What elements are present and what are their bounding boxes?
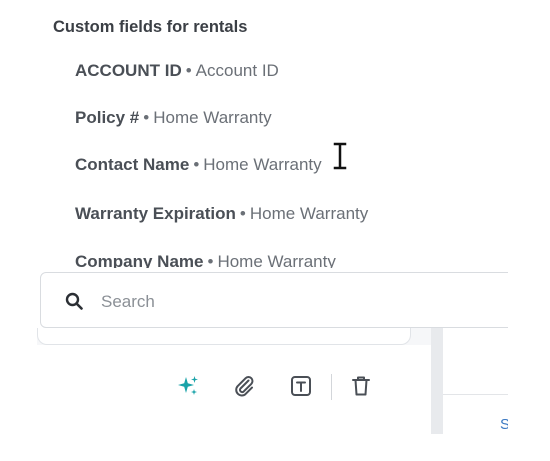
right-pane: S — [443, 328, 510, 434]
trash-icon — [352, 376, 370, 396]
toolbar-divider — [331, 374, 332, 400]
text-cursor-icon — [332, 142, 348, 170]
field-option-account-id[interactable]: ACCOUNT ID • Account ID — [75, 59, 279, 83]
sparkle-icon — [178, 376, 198, 395]
search-icon — [65, 292, 83, 310]
field-separator: • — [239, 204, 246, 223]
search-input[interactable] — [99, 287, 483, 317]
field-option-policy-number[interactable]: Policy # • Home Warranty — [75, 106, 272, 130]
field-source: Home Warranty — [217, 252, 336, 268]
field-separator: • — [193, 155, 200, 174]
pane-splitter[interactable] — [431, 328, 443, 434]
field-separator: • — [143, 108, 150, 127]
field-source: Account ID — [195, 61, 279, 80]
field-source: Home Warranty — [249, 204, 369, 223]
field-name: Contact Name — [75, 155, 190, 174]
field-option-warranty-expiration[interactable]: Warranty Expiration • Home Warranty — [75, 202, 368, 226]
field-source: Home Warranty — [153, 108, 272, 127]
text-format-icon — [291, 376, 311, 396]
ai-assist-button[interactable] — [172, 368, 204, 404]
field-source: Home Warranty — [203, 155, 322, 174]
custom-fields-dropdown: Custom fields for rentals ACCOUNT ID • Acc… — [0, 0, 508, 268]
field-separator: • — [207, 252, 214, 268]
field-name: Policy # — [75, 108, 140, 127]
field-option-company-name[interactable]: Company Name • Home Warranty — [75, 250, 336, 268]
paperclip-icon — [235, 376, 254, 397]
field-name: Warranty Expiration — [75, 204, 236, 223]
search-bar — [40, 272, 520, 328]
divider — [443, 394, 508, 395]
delete-button[interactable] — [345, 368, 377, 404]
field-name: Company Name — [75, 252, 204, 268]
field-name: ACCOUNT ID — [75, 61, 182, 80]
viewport-edge — [508, 0, 550, 461]
field-option-contact-name[interactable]: Contact Name • Home Warranty — [75, 153, 322, 177]
group-heading: Custom fields for rentals — [53, 18, 248, 36]
screen: S Custom fields for rentals ACCOUNT ID •… — [0, 0, 550, 461]
text-format-button[interactable] — [285, 368, 317, 404]
note-card — [37, 328, 411, 345]
attach-file-button[interactable] — [228, 368, 260, 404]
field-separator: • — [185, 61, 192, 80]
